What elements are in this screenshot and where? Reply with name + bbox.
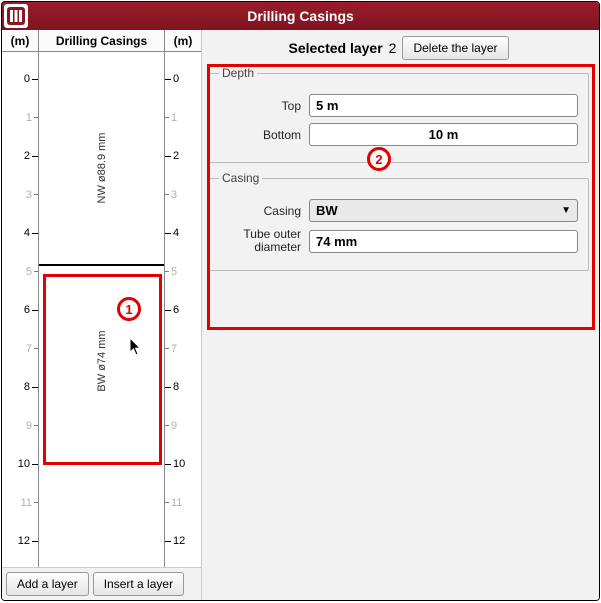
selected-layer-label: Selected layer — [288, 40, 382, 56]
depth-scale-left: (m) 0123456789101112 — [2, 30, 38, 567]
casing-layer-label: NW ø88.9 mm — [96, 132, 108, 203]
scale-tick: 9 — [2, 419, 38, 433]
scale-tick: 0 — [165, 72, 201, 86]
chevron-down-icon: ▼ — [561, 205, 571, 216]
casing-select[interactable]: BW ▼ — [309, 199, 578, 222]
scale-tick: 11 — [2, 496, 38, 510]
scale-tick: 6 — [165, 303, 201, 317]
scale-tick: 0 — [2, 72, 38, 86]
casing-column-header: Drilling Casings — [39, 30, 164, 52]
casing-layer-label: BW ø74 mm — [96, 331, 108, 392]
scale-tick: 10 — [2, 457, 38, 471]
casing-legend: Casing — [219, 171, 262, 185]
insert-layer-button[interactable]: Insert a layer — [93, 572, 184, 596]
scale-tick: 5 — [165, 265, 201, 279]
casing-layer[interactable]: BW ø74 mm — [39, 265, 164, 458]
top-label: Top — [219, 99, 309, 113]
depth-scale-right: (m) 0123456789101112 — [165, 30, 201, 567]
window-title: Drilling Casings — [2, 8, 599, 24]
scale-tick: 4 — [165, 226, 201, 240]
casing-fieldset: Casing Casing BW ▼ Tube outer diameter — [208, 171, 589, 271]
top-input[interactable] — [309, 94, 578, 117]
scale-tick: 2 — [2, 149, 38, 163]
casing-layer[interactable]: NW ø88.9 mm — [39, 72, 164, 265]
casing-column[interactable]: Drilling Casings NW ø88.9 mm BW ø74 mm — [38, 30, 165, 567]
scale-tick: 4 — [2, 226, 38, 240]
add-layer-button[interactable]: Add a layer — [6, 572, 89, 596]
scale-tick: 3 — [2, 188, 38, 202]
layer-buttons-bar: Add a layer Insert a layer — [2, 567, 201, 600]
depth-scale-panel: (m) 0123456789101112 Drilling Casings NW… — [2, 30, 202, 600]
delete-layer-button[interactable]: Delete the layer — [402, 36, 508, 60]
scale-tick: 2 — [165, 149, 201, 163]
selected-layer-number: 2 — [389, 40, 397, 56]
scale-tick: 12 — [165, 534, 201, 548]
scale-tick: 9 — [165, 419, 201, 433]
scale-tick: 7 — [165, 342, 201, 356]
scale-tick: 10 — [165, 457, 201, 471]
layer-details-panel: Selected layer 2 Delete the layer Depth … — [202, 30, 599, 600]
title-bar: Drilling Casings — [2, 2, 599, 30]
casing-select-value: BW — [316, 203, 338, 218]
app-icon — [4, 4, 28, 28]
scale-tick: 6 — [2, 303, 38, 317]
scale-unit-right: (m) — [165, 30, 201, 52]
bottom-label: Bottom — [219, 128, 309, 142]
depth-legend: Depth — [219, 66, 257, 80]
scale-unit-left: (m) — [2, 30, 38, 52]
scale-tick: 8 — [165, 380, 201, 394]
diameter-label: Tube outer diameter — [219, 228, 309, 254]
scale-tick: 5 — [2, 265, 38, 279]
selected-layer-header: Selected layer 2 Delete the layer — [208, 36, 589, 60]
depth-fieldset: Depth Top Bottom — [208, 66, 589, 163]
bottom-input[interactable] — [309, 123, 578, 146]
scale-tick: 8 — [2, 380, 38, 394]
casing-label: Casing — [219, 204, 309, 218]
scale-tick: 1 — [2, 111, 38, 125]
scale-tick: 11 — [165, 496, 201, 510]
scale-tick: 12 — [2, 534, 38, 548]
diameter-input[interactable] — [309, 230, 578, 253]
scale-tick: 3 — [165, 188, 201, 202]
scale-tick: 1 — [165, 111, 201, 125]
scale-tick: 7 — [2, 342, 38, 356]
app-window: Drilling Casings (m) 0123456789101112 Dr… — [1, 1, 600, 601]
